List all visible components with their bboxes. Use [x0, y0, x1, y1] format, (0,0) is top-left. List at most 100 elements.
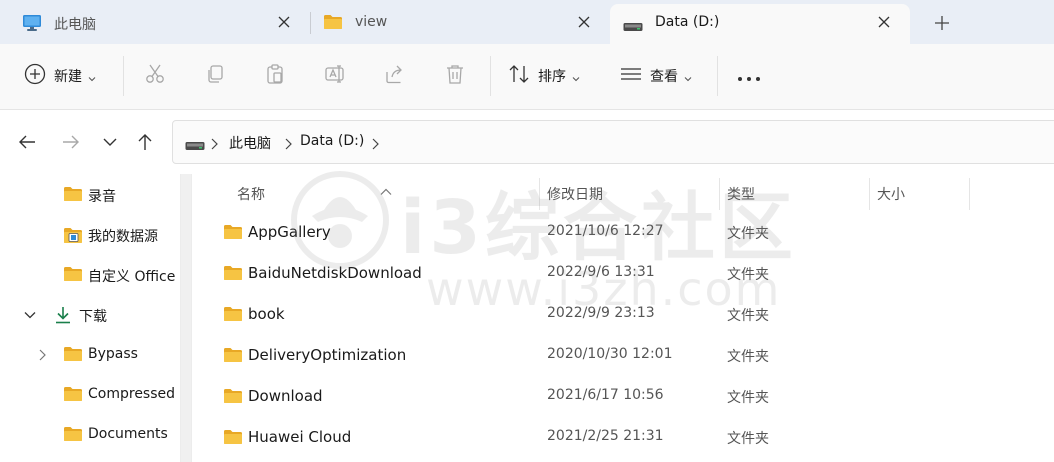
chevron-down-icon	[103, 138, 117, 146]
sidebar-item-label: Compressed	[88, 386, 176, 402]
toolbar-divider	[717, 56, 718, 96]
tab-view[interactable]: view	[310, 4, 608, 42]
folder-icon	[63, 346, 83, 366]
table-row[interactable]: BaiduNetdiskDownload 2022/9/6 13:31 文件夹	[196, 254, 1054, 295]
paste-button[interactable]	[264, 64, 286, 88]
sort-button[interactable]: 排序	[508, 64, 580, 88]
file-name: Download	[248, 387, 323, 405]
sort-label: 排序	[538, 69, 566, 85]
file-name: DeliveryOptimization	[248, 346, 407, 364]
up-button[interactable]	[133, 130, 157, 154]
folder-icon	[63, 186, 83, 206]
chevron-right-icon[interactable]	[284, 135, 292, 154]
folder-icon	[223, 306, 243, 326]
table-row[interactable]: Download 2021/6/17 10:56 文件夹	[196, 377, 1054, 418]
table-row[interactable]: Huawei Cloud 2021/2/25 21:31 文件夹	[196, 418, 1054, 459]
chevron-right-icon[interactable]	[34, 347, 50, 363]
folder-icon	[223, 388, 243, 408]
sidebar-item-bypass[interactable]: Bypass	[0, 335, 176, 375]
share-button[interactable]	[384, 64, 406, 88]
add-icon	[24, 63, 46, 89]
file-name: BaiduNetdiskDownload	[248, 264, 422, 282]
close-icon[interactable]	[873, 11, 895, 33]
sidebar-item-documents[interactable]: Documents	[0, 415, 176, 455]
chevron-right-icon[interactable]	[210, 135, 218, 154]
address-bar[interactable]: 此电脑 Data (D:)	[172, 120, 1054, 164]
drive-icon	[623, 17, 643, 36]
copy-button[interactable]	[204, 64, 226, 88]
file-name: book	[248, 305, 285, 323]
chevron-down-icon	[572, 67, 580, 86]
sidebar-scrollbar-thumb[interactable]	[180, 174, 192, 462]
table-row[interactable]: DeliveryOptimization 2020/10/30 12:01 文件…	[196, 336, 1054, 377]
close-icon[interactable]	[573, 11, 595, 33]
share-icon	[384, 63, 406, 89]
sidebar-item-label: Documents	[88, 426, 168, 442]
back-button[interactable]	[15, 130, 39, 154]
folder-icon	[63, 386, 83, 406]
sidebar-item-downloads[interactable]: 下载	[0, 295, 176, 335]
tab-label: 此电脑	[54, 17, 96, 33]
view-button[interactable]: 查看	[620, 64, 692, 88]
navigation-pane: 录音 我的数据源 自定义 Office 下载 Bypass Compressed…	[0, 174, 176, 462]
new-button[interactable]: 新建	[24, 63, 96, 89]
file-type: 文件夹	[727, 267, 769, 283]
chevron-down-icon[interactable]	[22, 307, 38, 323]
tab-strip: 此电脑 view Data (D:)	[0, 0, 1054, 44]
column-header-size[interactable]: 大小	[877, 184, 905, 204]
folder-icon	[63, 426, 83, 446]
forward-button[interactable]	[59, 130, 83, 154]
plus-icon	[935, 16, 949, 30]
sidebar-item-label: 录音	[88, 189, 116, 205]
file-list: 名称 修改日期 类型 大小 AppGallery 2021/10/6 12:27…	[196, 174, 1054, 462]
tab-label: Data (D:)	[655, 14, 720, 30]
sidebar-item-label: Bypass	[88, 346, 138, 362]
file-type: 文件夹	[727, 431, 769, 447]
column-divider[interactable]	[969, 178, 970, 210]
datasource-folder-icon	[63, 226, 83, 248]
column-divider[interactable]	[719, 178, 720, 210]
tab-data-d[interactable]: Data (D:)	[610, 4, 910, 44]
table-row[interactable]: book 2022/9/9 23:13 文件夹	[196, 295, 1054, 336]
column-header-date[interactable]: 修改日期	[547, 184, 603, 204]
file-type: 文件夹	[727, 390, 769, 406]
chevron-right-icon[interactable]	[371, 135, 379, 154]
close-icon[interactable]	[273, 11, 295, 33]
sidebar-item-compressed[interactable]: Compressed	[0, 375, 176, 415]
file-date: 2020/10/30 12:01	[547, 346, 673, 362]
rename-icon	[324, 63, 346, 89]
drive-icon	[185, 136, 205, 155]
column-header-name[interactable]: 名称	[237, 184, 265, 204]
delete-button[interactable]	[444, 64, 466, 88]
file-name: AppGallery	[248, 223, 331, 241]
file-date: 2021/6/17 10:56	[547, 387, 664, 403]
breadcrumb-data-d[interactable]: Data (D:)	[300, 133, 364, 149]
cut-button[interactable]	[144, 64, 166, 88]
arrow-left-icon	[19, 135, 35, 149]
sidebar-item-my-data-sources[interactable]: 我的数据源	[0, 215, 176, 255]
new-label: 新建	[54, 69, 82, 85]
folder-icon	[63, 266, 83, 286]
column-divider[interactable]	[869, 178, 870, 210]
file-type: 文件夹	[727, 308, 769, 324]
recent-locations-button[interactable]	[98, 130, 122, 154]
sidebar-item-custom-office[interactable]: 自定义 Office	[0, 255, 176, 295]
sidebar-item-recordings[interactable]: 录音	[0, 175, 176, 215]
column-header-type[interactable]: 类型	[727, 184, 755, 204]
tab-this-pc[interactable]: 此电脑	[0, 4, 306, 42]
file-type: 文件夹	[727, 349, 769, 365]
breadcrumb-this-pc[interactable]: 此电脑	[229, 133, 271, 153]
file-type: 文件夹	[727, 226, 769, 242]
file-name: Huawei Cloud	[248, 428, 352, 446]
column-divider[interactable]	[539, 178, 540, 210]
folder-icon	[323, 14, 343, 34]
copy-icon	[204, 63, 226, 89]
paste-icon	[264, 63, 286, 89]
table-row[interactable]: AppGallery 2021/10/6 12:27 文件夹	[196, 213, 1054, 254]
sort-icon	[508, 63, 530, 89]
rename-button[interactable]	[324, 64, 346, 88]
cut-icon	[144, 63, 166, 89]
view-icon	[620, 63, 642, 89]
more-button[interactable]	[737, 64, 761, 88]
new-tab-button[interactable]	[930, 11, 954, 35]
